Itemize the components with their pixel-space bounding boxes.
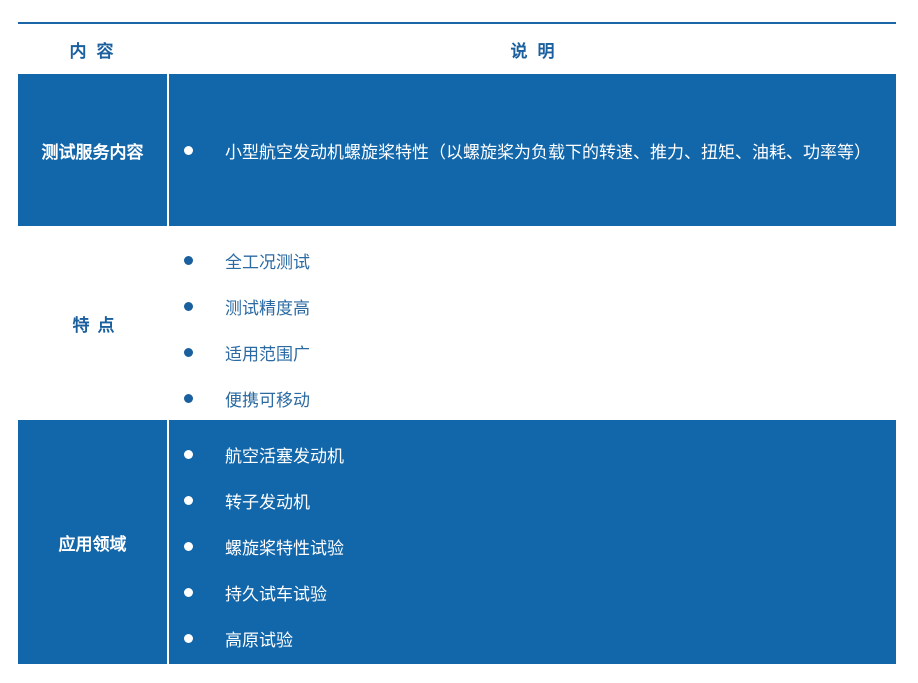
bullet-icon [184, 393, 193, 403]
row-label: 应用领域 [18, 420, 169, 664]
list-item-text: 便携可移动 [225, 390, 310, 411]
list-item-text: 转子发动机 [225, 492, 310, 513]
bullet-icon [184, 541, 193, 551]
list-item-text: 持久试车试验 [225, 584, 327, 605]
list-item: 小型航空发动机螺旋桨特性（以螺旋桨为负载下的转速、推力、扭矩、油耗、功率等） [169, 127, 871, 173]
row-label: 特点 [72, 315, 123, 336]
list-item: 测试精度高 [169, 283, 896, 329]
bullet-list: 航空活塞发动机 转子发动机 螺旋桨特性试验 持久试车试验 高原试验 [169, 431, 896, 661]
list-item-text: 高原试验 [225, 630, 293, 651]
list-item-text: 测试精度高 [225, 298, 310, 319]
table-row-service-content: 测试服务内容 小型航空发动机螺旋桨特性（以螺旋桨为负载下的转速、推力、扭矩、油耗… [18, 74, 896, 226]
list-item-text: 螺旋桨特性试验 [225, 538, 344, 559]
list-item: 转子发动机 [169, 477, 896, 523]
table-row-applications: 应用领域 航空活塞发动机 转子发动机 螺旋桨特性试验 持久试车试验 高原试验 [18, 420, 896, 664]
header-content-label: 内容 [69, 41, 124, 62]
bullet-list: 小型航空发动机螺旋桨特性（以螺旋桨为负载下的转速、推力、扭矩、油耗、功率等） [169, 127, 871, 173]
list-item-text: 小型航空发动机螺旋桨特性（以螺旋桨为负载下的转速、推力、扭矩、油耗、功率等） [225, 142, 871, 163]
list-item: 便携可移动 [169, 375, 896, 421]
bullet-icon [184, 587, 193, 597]
row-description: 小型航空发动机螺旋桨特性（以螺旋桨为负载下的转速、推力、扭矩、油耗、功率等） [169, 74, 896, 226]
bullet-icon [184, 145, 193, 155]
list-item: 螺旋桨特性试验 [169, 523, 896, 569]
list-item-text: 适用范围广 [225, 344, 310, 365]
row-description: 航空活塞发动机 转子发动机 螺旋桨特性试验 持久试车试验 高原试验 [169, 420, 896, 664]
bullet-icon [184, 255, 193, 265]
info-table: 内容 说明 测试服务内容 小型航空发动机螺旋桨特性（以螺旋桨为负载下的转速、推力… [18, 22, 896, 664]
row-description: 全工况测试 测试精度高 适用范围广 便携可移动 [169, 226, 896, 420]
list-item-text: 全工况测试 [225, 252, 310, 273]
bullet-icon [184, 347, 193, 357]
list-item: 航空活塞发动机 [169, 431, 896, 477]
list-item: 全工况测试 [169, 237, 896, 283]
bullet-list: 全工况测试 测试精度高 适用范围广 便携可移动 [169, 237, 896, 421]
list-item-text: 航空活塞发动机 [225, 446, 344, 467]
header-description-label: 说明 [510, 41, 565, 62]
list-item: 高原试验 [169, 615, 896, 661]
row-label: 测试服务内容 [18, 74, 169, 226]
table-header-row: 内容 说明 [18, 24, 896, 74]
table-row-features: 特点 全工况测试 测试精度高 适用范围广 便携可移动 [18, 226, 896, 420]
bullet-icon [184, 449, 193, 459]
bullet-icon [184, 495, 193, 505]
list-item: 适用范围广 [169, 329, 896, 375]
bullet-icon [184, 301, 193, 311]
bullet-icon [184, 633, 193, 643]
list-item: 持久试车试验 [169, 569, 896, 615]
